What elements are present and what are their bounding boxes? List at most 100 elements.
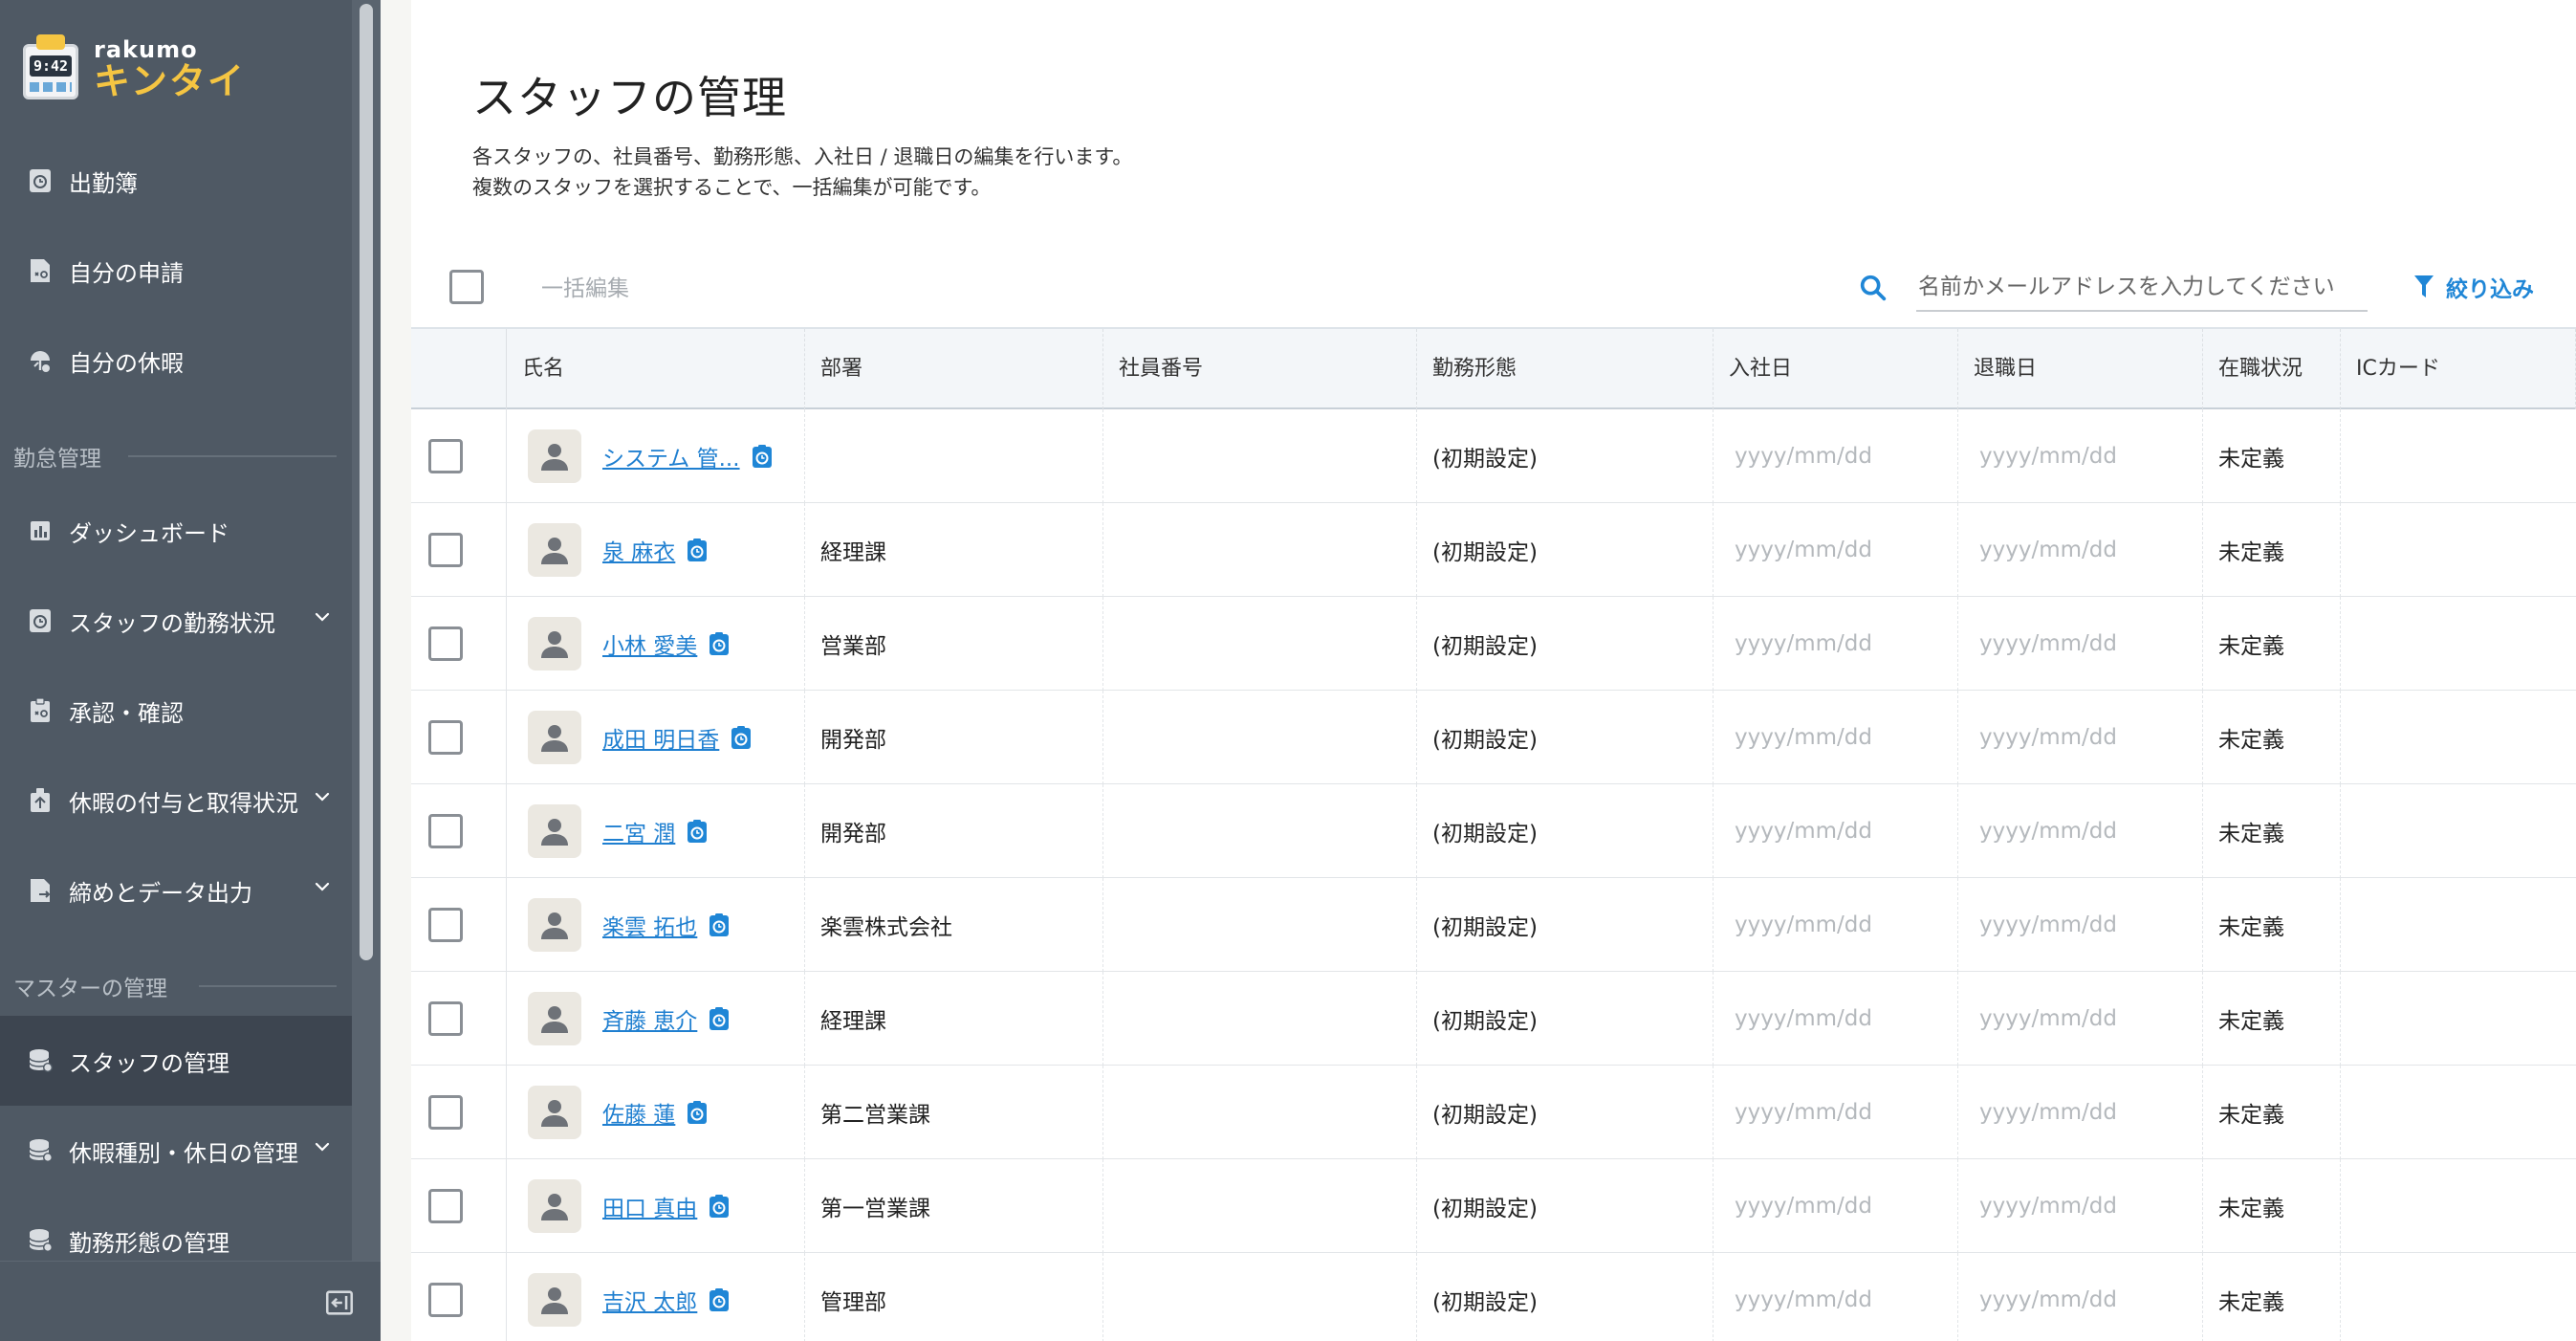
leave-date-input[interactable]: yyyy/mm/dd <box>1974 631 2117 656</box>
join-date-input[interactable]: yyyy/mm/dd <box>1729 912 1872 937</box>
join-date-cell[interactable]: yyyy/mm/dd <box>1714 409 1958 503</box>
join-date-input[interactable]: yyyy/mm/dd <box>1729 538 1872 562</box>
join-date-input[interactable]: yyyy/mm/dd <box>1729 1287 1872 1312</box>
leave-date-input[interactable]: yyyy/mm/dd <box>1974 538 2117 562</box>
staff-name-link[interactable]: 楽雲 拓也 <box>602 909 697 941</box>
leave-date-cell[interactable]: yyyy/mm/dd <box>1958 409 2203 503</box>
leave-date-input[interactable]: yyyy/mm/dd <box>1974 1194 2117 1219</box>
search-icon[interactable] <box>1857 272 1889 304</box>
sidebar-item-出勤簿[interactable]: 出勤簿 <box>0 136 352 226</box>
join-date-cell[interactable]: yyyy/mm/dd <box>1714 1159 1958 1253</box>
sidebar-item-自分の休暇[interactable]: 自分の休暇 <box>0 316 352 406</box>
join-date-cell[interactable]: yyyy/mm/dd <box>1714 503 1958 597</box>
employee-no-cell[interactable] <box>1103 878 1417 972</box>
join-date-cell[interactable]: yyyy/mm/dd <box>1714 1066 1958 1159</box>
row-checkbox[interactable] <box>428 533 463 567</box>
leave-date-input[interactable]: yyyy/mm/dd <box>1974 912 2117 937</box>
staff-name-link[interactable]: 泉 麻衣 <box>602 534 675 566</box>
leave-date-cell[interactable]: yyyy/mm/dd <box>1958 1159 2203 1253</box>
work-style-cell[interactable]: (初期設定) <box>1417 1159 1714 1253</box>
app-logo[interactable]: 9:42 rakumo キンタイ <box>21 34 246 103</box>
sidebar-item-自分の申請[interactable]: 自分の申請 <box>0 226 352 316</box>
filter-button[interactable]: 絞り込み <box>2413 270 2534 304</box>
staff-name-link[interactable]: 吉沢 太郎 <box>602 1284 697 1316</box>
leave-date-cell[interactable]: yyyy/mm/dd <box>1958 691 2203 784</box>
select-all-checkbox[interactable] <box>449 270 484 304</box>
join-date-input[interactable]: yyyy/mm/dd <box>1729 1194 1872 1219</box>
staff-name-link[interactable]: 小林 愛美 <box>602 627 697 660</box>
leave-date-input[interactable]: yyyy/mm/dd <box>1974 1006 2117 1031</box>
employee-no-cell[interactable] <box>1103 1159 1417 1253</box>
join-date-cell[interactable]: yyyy/mm/dd <box>1714 597 1958 691</box>
employee-no-cell[interactable] <box>1103 972 1417 1066</box>
work-style-cell[interactable]: (初期設定) <box>1417 784 1714 878</box>
join-date-cell[interactable]: yyyy/mm/dd <box>1714 972 1958 1066</box>
join-date-input[interactable]: yyyy/mm/dd <box>1729 1100 1872 1125</box>
column-header[interactable]: 社員番号 <box>1103 329 1417 409</box>
row-checkbox[interactable] <box>428 439 463 473</box>
column-header[interactable]: 在職状況 <box>2203 329 2341 409</box>
join-date-input[interactable]: yyyy/mm/dd <box>1729 444 1872 469</box>
chevron-down-icon[interactable] <box>314 878 331 895</box>
ic-card-cell[interactable] <box>2341 597 2576 691</box>
column-header[interactable]: ICカード <box>2341 329 2576 409</box>
employee-no-cell[interactable] <box>1103 784 1417 878</box>
join-date-cell[interactable]: yyyy/mm/dd <box>1714 878 1958 972</box>
leave-date-cell[interactable]: yyyy/mm/dd <box>1958 503 2203 597</box>
ic-card-cell[interactable] <box>2341 972 2576 1066</box>
leave-date-input[interactable]: yyyy/mm/dd <box>1974 1287 2117 1312</box>
ic-card-cell[interactable] <box>2341 878 2576 972</box>
join-date-cell[interactable]: yyyy/mm/dd <box>1714 1253 1958 1341</box>
work-style-cell[interactable]: (初期設定) <box>1417 972 1714 1066</box>
leave-date-cell[interactable]: yyyy/mm/dd <box>1958 972 2203 1066</box>
row-checkbox[interactable] <box>428 814 463 848</box>
leave-date-input[interactable]: yyyy/mm/dd <box>1974 444 2117 469</box>
sidebar-item-休暇の付与と取得状況[interactable]: 休暇の付与と取得状況 <box>0 756 352 846</box>
collapse-sidebar-icon[interactable] <box>323 1286 356 1319</box>
work-style-cell[interactable]: (初期設定) <box>1417 503 1714 597</box>
employee-no-cell[interactable] <box>1103 691 1417 784</box>
leave-date-cell[interactable]: yyyy/mm/dd <box>1958 784 2203 878</box>
row-checkbox[interactable] <box>428 1001 463 1036</box>
sidebar-item-スタッフの勤務状況[interactable]: スタッフの勤務状況 <box>0 576 352 666</box>
work-style-cell[interactable]: (初期設定) <box>1417 409 1714 503</box>
work-style-cell[interactable]: (初期設定) <box>1417 1066 1714 1159</box>
search-input[interactable] <box>1916 264 2368 312</box>
chevron-down-icon[interactable] <box>314 608 331 626</box>
leave-date-cell[interactable]: yyyy/mm/dd <box>1958 597 2203 691</box>
ic-card-cell[interactable] <box>2341 691 2576 784</box>
row-checkbox[interactable] <box>428 1095 463 1130</box>
ic-card-cell[interactable] <box>2341 409 2576 503</box>
employee-no-cell[interactable] <box>1103 1066 1417 1159</box>
ic-card-cell[interactable] <box>2341 1066 2576 1159</box>
column-header[interactable]: 入社日 <box>1714 329 1958 409</box>
ic-card-cell[interactable] <box>2341 1159 2576 1253</box>
leave-date-input[interactable]: yyyy/mm/dd <box>1974 819 2117 844</box>
sidebar-scrollbar[interactable] <box>352 0 381 1261</box>
ic-card-cell[interactable] <box>2341 784 2576 878</box>
ic-card-cell[interactable] <box>2341 1253 2576 1341</box>
column-header[interactable]: 勤務形態 <box>1417 329 1714 409</box>
work-style-cell[interactable]: (初期設定) <box>1417 878 1714 972</box>
row-checkbox[interactable] <box>428 1283 463 1317</box>
row-checkbox[interactable] <box>428 908 463 942</box>
work-style-cell[interactable]: (初期設定) <box>1417 597 1714 691</box>
join-date-input[interactable]: yyyy/mm/dd <box>1729 725 1872 750</box>
sidebar-item-スタッフの管理[interactable]: スタッフの管理 <box>0 1016 352 1106</box>
leave-date-input[interactable]: yyyy/mm/dd <box>1974 725 2117 750</box>
scrollbar-thumb[interactable] <box>360 4 373 960</box>
staff-name-link[interactable]: 成田 明日香 <box>602 721 719 754</box>
staff-name-link[interactable]: 佐藤 蓮 <box>602 1096 675 1129</box>
join-date-cell[interactable]: yyyy/mm/dd <box>1714 691 1958 784</box>
sidebar-item-ダッシュボード[interactable]: ダッシュボード <box>0 486 352 576</box>
column-header[interactable]: 部署 <box>805 329 1103 409</box>
work-style-cell[interactable]: (初期設定) <box>1417 1253 1714 1341</box>
staff-name-link[interactable]: 二宮 潤 <box>602 815 675 847</box>
leave-date-cell[interactable]: yyyy/mm/dd <box>1958 1066 2203 1159</box>
employee-no-cell[interactable] <box>1103 409 1417 503</box>
column-header[interactable]: 退職日 <box>1958 329 2203 409</box>
work-style-cell[interactable]: (初期設定) <box>1417 691 1714 784</box>
join-date-cell[interactable]: yyyy/mm/dd <box>1714 784 1958 878</box>
staff-name-link[interactable]: 田口 真由 <box>602 1190 697 1222</box>
bulk-edit-button[interactable]: 一括編集 <box>541 270 629 302</box>
